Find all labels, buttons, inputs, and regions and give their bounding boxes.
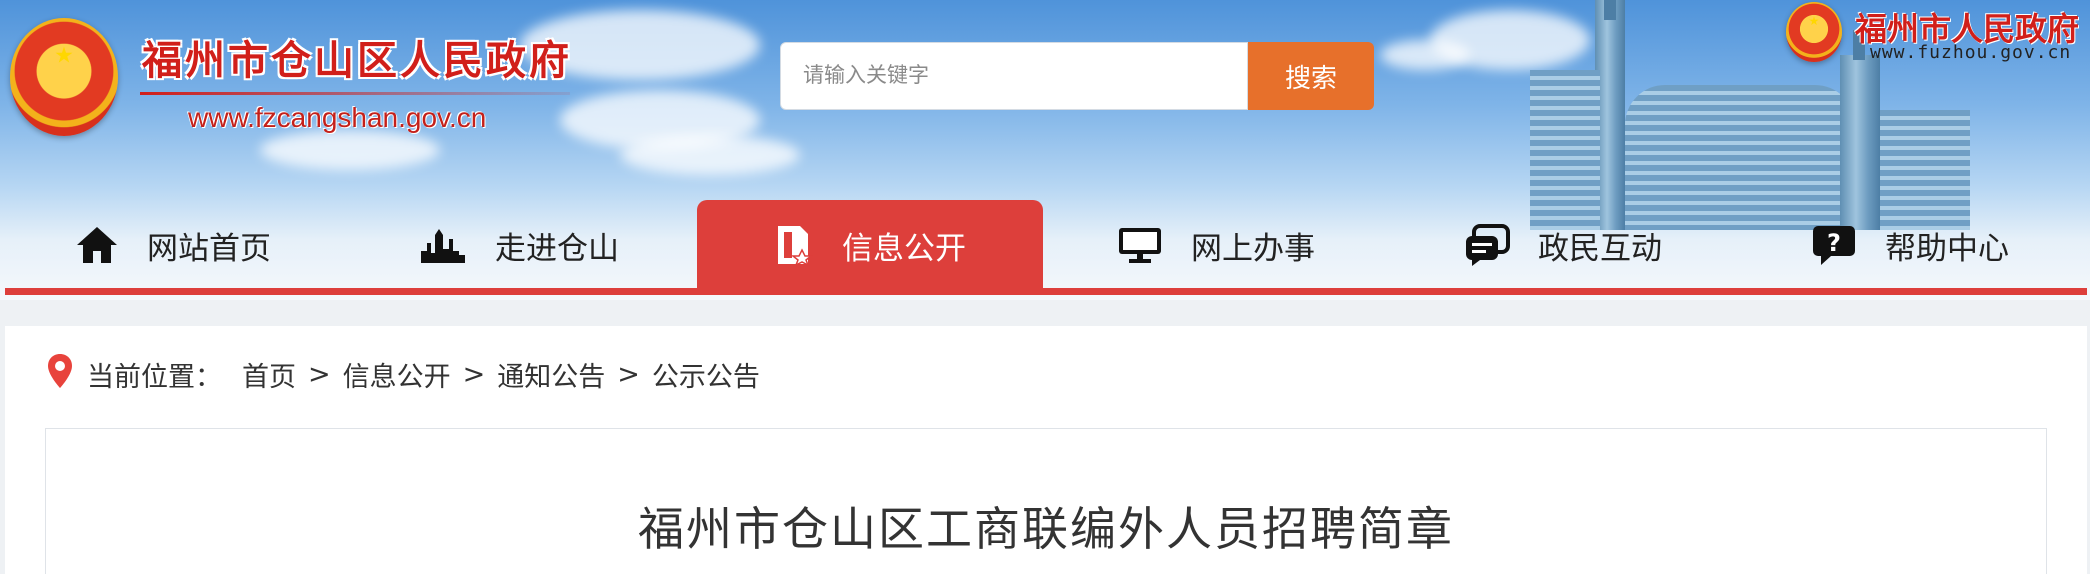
breadcrumb-separator: >	[462, 358, 486, 390]
article-title: 福州市仓山区工商联编外人员招聘简章	[638, 502, 1454, 556]
chat-icon	[1464, 224, 1510, 266]
cloud-decoration	[620, 135, 800, 175]
nav-item-online-services[interactable]: 网上办事	[1043, 200, 1389, 290]
breadcrumb-notices[interactable]: 通知公告	[497, 355, 605, 394]
breadcrumb-public-announcements[interactable]: 公示公告	[652, 355, 760, 394]
nav-item-label: 帮助中心	[1885, 230, 2009, 267]
nav-item-label: 网上办事	[1191, 230, 1315, 267]
nav-item-interaction[interactable]: 政民互动	[1390, 200, 1736, 290]
nav-underline	[5, 288, 2087, 295]
breadcrumb: 当前位置： 首页 > 信息公开 > 通知公告 > 公示公告	[47, 353, 760, 396]
main-nav: 网站首页 走进仓山 信息公开 网上办事 政民互动 ? 帮助中心	[0, 200, 2090, 290]
title-divider	[140, 92, 570, 95]
nav-item-label: 网站首页	[147, 230, 271, 267]
site-title[interactable]: 福州市仓山区人民政府	[142, 28, 572, 86]
breadcrumb-prefix: 当前位置：	[87, 361, 222, 393]
star-icon: ★	[54, 43, 74, 69]
svg-text:?: ?	[1827, 229, 1841, 257]
parent-emblem-logo: ★	[1786, 2, 1842, 62]
main-content: 当前位置： 首页 > 信息公开 > 通知公告 > 公示公告 福州市仓山区工商联编…	[5, 326, 2087, 574]
breadcrumb-info-disclosure[interactable]: 信息公开	[343, 355, 451, 394]
star-icon: ★	[1808, 14, 1820, 29]
location-pin-icon	[47, 353, 73, 396]
help-icon: ?	[1811, 224, 1857, 266]
home-icon	[75, 225, 119, 265]
nav-item-info-disclosure[interactable]: 信息公开	[697, 200, 1043, 290]
breadcrumb-separator: >	[308, 358, 331, 390]
search-button[interactable]: 搜索	[1248, 42, 1374, 110]
document-icon	[774, 224, 814, 266]
national-emblem-logo: ★	[10, 18, 118, 136]
article-container: 福州市仓山区工商联编外人员招聘简章	[45, 428, 2047, 574]
nav-item-help[interactable]: ? 帮助中心	[1737, 200, 2083, 290]
breadcrumb-home[interactable]: 首页	[242, 355, 296, 394]
nav-item-about[interactable]: 走进仓山	[346, 200, 692, 290]
nav-item-label: 政民互动	[1538, 230, 1662, 267]
nav-item-label: 信息公开	[842, 230, 966, 267]
skyline-icon	[419, 225, 467, 265]
nav-item-home[interactable]: 网站首页	[0, 200, 346, 290]
site-domain[interactable]: www.fzcangshan.gov.cn	[188, 102, 486, 134]
cloud-decoration	[1380, 40, 1470, 70]
parent-site-domain[interactable]: www.fuzhou.gov.cn	[1870, 42, 2071, 63]
nav-item-label: 走进仓山	[495, 230, 619, 267]
site-header: ★ 福州市仓山区人民政府 www.fzcangshan.gov.cn 搜索 ★ …	[0, 0, 2090, 300]
monitor-icon	[1117, 226, 1163, 264]
search-input[interactable]	[780, 42, 1248, 110]
cloud-decoration	[260, 130, 440, 170]
breadcrumb-separator: >	[617, 358, 640, 390]
